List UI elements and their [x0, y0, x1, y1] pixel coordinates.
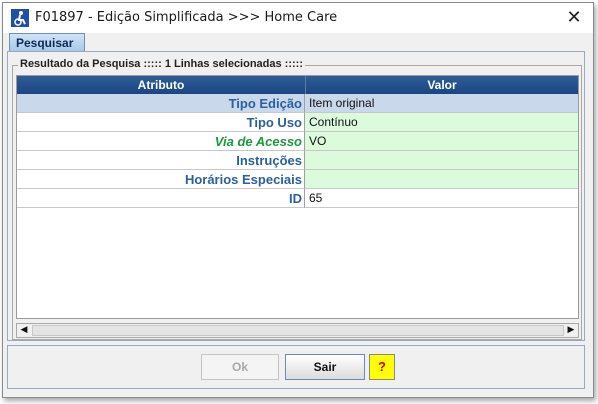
- scroll-left-icon[interactable]: ◀: [17, 324, 31, 337]
- table-row[interactable]: Tipo Uso Contínuo: [17, 113, 578, 132]
- results-group-title: Resultado da Pesquisa ::::: 1 Linhas sel…: [18, 58, 305, 70]
- value-cell: Contínuo: [305, 113, 578, 132]
- table-row[interactable]: Horários Especiais: [17, 170, 578, 189]
- close-button[interactable]: ✕: [559, 5, 589, 31]
- table-row[interactable]: Tipo Edição Item original: [17, 94, 578, 113]
- window-title: F01897 - Edição Simplificada >>> Home Ca…: [35, 10, 338, 25]
- value-cell: [305, 170, 578, 189]
- table-row[interactable]: Instruções: [17, 151, 578, 170]
- scrollbar-thumb[interactable]: [32, 325, 564, 336]
- attr-cell: ID: [17, 189, 305, 208]
- sair-button[interactable]: Sair: [285, 354, 365, 380]
- tab-pesquisar[interactable]: Pesquisar: [9, 33, 85, 51]
- table-row[interactable]: Via de Acesso VO: [17, 132, 578, 151]
- app-icon: [11, 9, 29, 27]
- table-row[interactable]: ID 65: [17, 189, 578, 208]
- results-table: Atributo Valor Tipo Edição Item original…: [16, 75, 579, 319]
- title-bar: F01897 - Edição Simplificada >>> Home Ca…: [3, 3, 593, 33]
- value-cell: VO: [305, 132, 578, 151]
- ok-button[interactable]: Ok: [201, 354, 279, 380]
- column-header-atributo[interactable]: Atributo: [17, 76, 306, 94]
- attr-cell: Instruções: [17, 151, 305, 170]
- scroll-right-icon[interactable]: ▶: [564, 324, 578, 337]
- value-cell: [305, 151, 578, 170]
- attr-cell: Via de Acesso: [17, 132, 305, 151]
- attr-cell: Horários Especiais: [17, 170, 305, 189]
- attr-cell: Tipo Edição: [17, 94, 305, 113]
- column-header-valor[interactable]: Valor: [306, 76, 578, 94]
- help-button[interactable]: ?: [369, 354, 395, 380]
- horizontal-scrollbar[interactable]: ◀ ▶: [16, 323, 579, 338]
- value-cell: Item original: [305, 94, 578, 113]
- value-cell: 65: [305, 189, 578, 208]
- attr-cell: Tipo Uso: [17, 113, 305, 132]
